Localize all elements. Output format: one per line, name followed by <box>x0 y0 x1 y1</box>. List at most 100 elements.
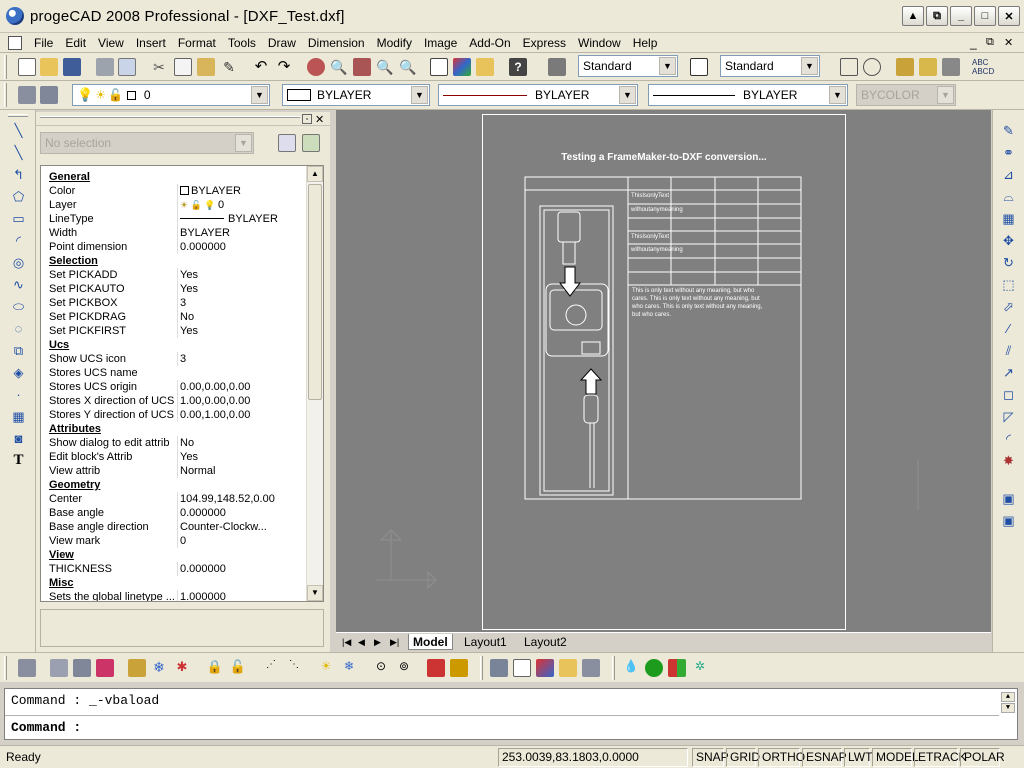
open-icon[interactable] <box>40 58 58 76</box>
first-tab-icon[interactable]: |◀ <box>338 634 355 650</box>
property-row[interactable]: Stores X direction of UCS 1.00,0.00,0.00 <box>41 394 307 408</box>
property-value[interactable]: 0.000000 <box>177 506 307 520</box>
text-style-select[interactable]: Standard ▼ <box>578 55 678 77</box>
print-icon[interactable] <box>96 58 114 76</box>
scale-icon[interactable]: ⬚ <box>1000 276 1017 293</box>
menu-file[interactable]: File <box>28 34 59 52</box>
layer-previous-icon[interactable] <box>40 86 58 104</box>
property-row[interactable]: Color BYLAYER <box>41 184 307 198</box>
lineweight-select[interactable]: BYLAYER ▼ <box>648 84 848 106</box>
polar-toggle[interactable]: POLAR <box>960 748 1005 767</box>
offset-icon[interactable]: ⌓ <box>1000 188 1017 205</box>
zoom-realtime-icon[interactable]: 🔍 <box>330 58 348 76</box>
model-toggle[interactable]: MODEL <box>872 748 919 767</box>
chevron-down-icon[interactable]: ▼ <box>619 86 636 104</box>
property-row[interactable]: View mark 0 <box>41 534 307 548</box>
chamfer-icon[interactable]: ◸ <box>1000 408 1017 425</box>
property-value[interactable]: Yes <box>177 450 307 464</box>
tab-layout2[interactable]: Layout2 <box>520 634 571 650</box>
design-center-icon[interactable] <box>453 58 471 76</box>
save-icon[interactable] <box>63 58 81 76</box>
etrack-toggle[interactable]: ETRACK <box>914 748 967 767</box>
snap-end-icon[interactable] <box>896 58 914 76</box>
menu-format[interactable]: Format <box>172 34 222 52</box>
lwt-toggle[interactable]: LWT <box>844 748 872 767</box>
scroll-up-icon[interactable]: ▲ <box>307 166 323 182</box>
property-category[interactable]: Selection <box>41 254 307 268</box>
prev-tab-icon[interactable]: ◀ <box>354 634 369 650</box>
doc-minimize-icon[interactable]: _ <box>970 36 977 50</box>
property-row[interactable]: Base angle 0.000000 <box>41 506 307 520</box>
layer-tool2-icon[interactable]: ▣ <box>1000 512 1017 529</box>
property-category[interactable]: Geometry <box>41 478 307 492</box>
property-value[interactable]: Counter-Clockw... <box>177 520 307 534</box>
palette-restore-icon[interactable]: ▫ <box>302 114 312 124</box>
scroll-down-icon[interactable]: ▼ <box>1001 703 1015 713</box>
palette-icon[interactable] <box>668 659 686 677</box>
property-row[interactable]: Show dialog to edit attrib No <box>41 436 307 450</box>
move-icon[interactable]: ✥ <box>1000 232 1017 249</box>
hatch-icon[interactable]: ▦ <box>10 408 27 425</box>
property-row[interactable]: Stores UCS name <box>41 366 307 380</box>
property-category[interactable]: Misc <box>41 576 307 590</box>
layer-walk-icon[interactable] <box>450 659 468 677</box>
freeze-all-icon[interactable]: ❄ <box>340 659 358 677</box>
chevron-down-icon[interactable]: ▼ <box>829 86 846 104</box>
property-value[interactable]: 1.00,0.00,0.00 <box>177 394 307 408</box>
mirror-icon[interactable]: ⊿ <box>1000 166 1017 183</box>
unlock-layer-icon[interactable]: 🔓 <box>229 659 247 677</box>
app-icon[interactable] <box>6 7 24 25</box>
zoom-window-icon[interactable] <box>353 58 371 76</box>
property-row[interactable]: View attrib Normal <box>41 464 307 478</box>
menu-tools[interactable]: Tools <box>222 34 262 52</box>
property-row[interactable]: Stores UCS origin 0.00,0.00,0.00 <box>41 380 307 394</box>
text-icon[interactable]: T <box>10 452 27 469</box>
image-attach-icon[interactable] <box>536 659 554 677</box>
scroll-thumb[interactable] <box>308 184 322 400</box>
tab-layout1[interactable]: Layout1 <box>460 634 511 650</box>
property-value[interactable]: Normal <box>177 464 307 478</box>
property-row[interactable]: Show UCS icon 3 <box>41 352 307 366</box>
property-row[interactable]: Point dimension 0.000000 <box>41 240 307 254</box>
property-row[interactable]: Set PICKFIRST Yes <box>41 324 307 338</box>
menu-edit[interactable]: Edit <box>59 34 92 52</box>
menu-addon[interactable]: Add-On <box>463 34 516 52</box>
menu-window[interactable]: Window <box>572 34 627 52</box>
unlock-icon[interactable]: ⊙ <box>372 659 390 677</box>
lock-layer-icon[interactable]: 🔒 <box>206 659 224 677</box>
property-row[interactable]: Base angle direction Counter-Clockw... <box>41 520 307 534</box>
property-value[interactable]: Yes <box>177 282 307 296</box>
infinite-line-icon[interactable]: ╲ <box>10 144 27 161</box>
property-value[interactable]: 0.000000 <box>177 240 307 254</box>
match-properties-icon[interactable]: ✎ <box>220 58 238 76</box>
trim-icon[interactable]: ⫽ <box>1000 342 1017 359</box>
property-value[interactable]: Yes <box>177 324 307 338</box>
property-row[interactable]: THICKNESS 0.000000 <box>41 562 307 576</box>
last-tab-icon[interactable]: ▶| <box>386 634 403 650</box>
point-icon[interactable]: · <box>10 386 27 403</box>
property-value[interactable]: BYLAYER <box>177 212 307 226</box>
menu-insert[interactable]: Insert <box>130 34 172 52</box>
copy-object-icon[interactable]: ⚭ <box>1000 144 1017 161</box>
materials-icon[interactable]: ✲ <box>691 659 709 677</box>
snap-tool-icon[interactable] <box>840 58 858 76</box>
image-icon[interactable] <box>513 659 531 677</box>
tool-icon[interactable] <box>96 659 114 677</box>
scroll-down-icon[interactable]: ▼ <box>307 585 323 601</box>
dim-style-icon[interactable] <box>690 58 708 76</box>
esnap-toggle[interactable]: ESNAP <box>802 748 847 767</box>
menu-express[interactable]: Express <box>517 34 572 52</box>
property-row[interactable]: Set PICKAUTO Yes <box>41 282 307 296</box>
close-button[interactable]: ✕ <box>998 6 1020 26</box>
filter-icon[interactable] <box>302 134 320 152</box>
linetype-select[interactable]: BYLAYER ▼ <box>438 84 638 106</box>
chevron-down-icon[interactable]: ▼ <box>411 86 428 104</box>
chevron-down-icon[interactable]: ▼ <box>659 57 676 75</box>
property-row[interactable]: Edit block's Attrib Yes <box>41 450 307 464</box>
property-category[interactable]: Attributes <box>41 422 307 436</box>
arc-icon[interactable]: ◜ <box>10 232 27 249</box>
menu-help[interactable]: Help <box>627 34 664 52</box>
insert-block-icon[interactable]: ⧉ <box>10 342 27 359</box>
help-icon[interactable]: ? <box>509 58 527 76</box>
property-value[interactable]: 3 <box>177 296 307 310</box>
